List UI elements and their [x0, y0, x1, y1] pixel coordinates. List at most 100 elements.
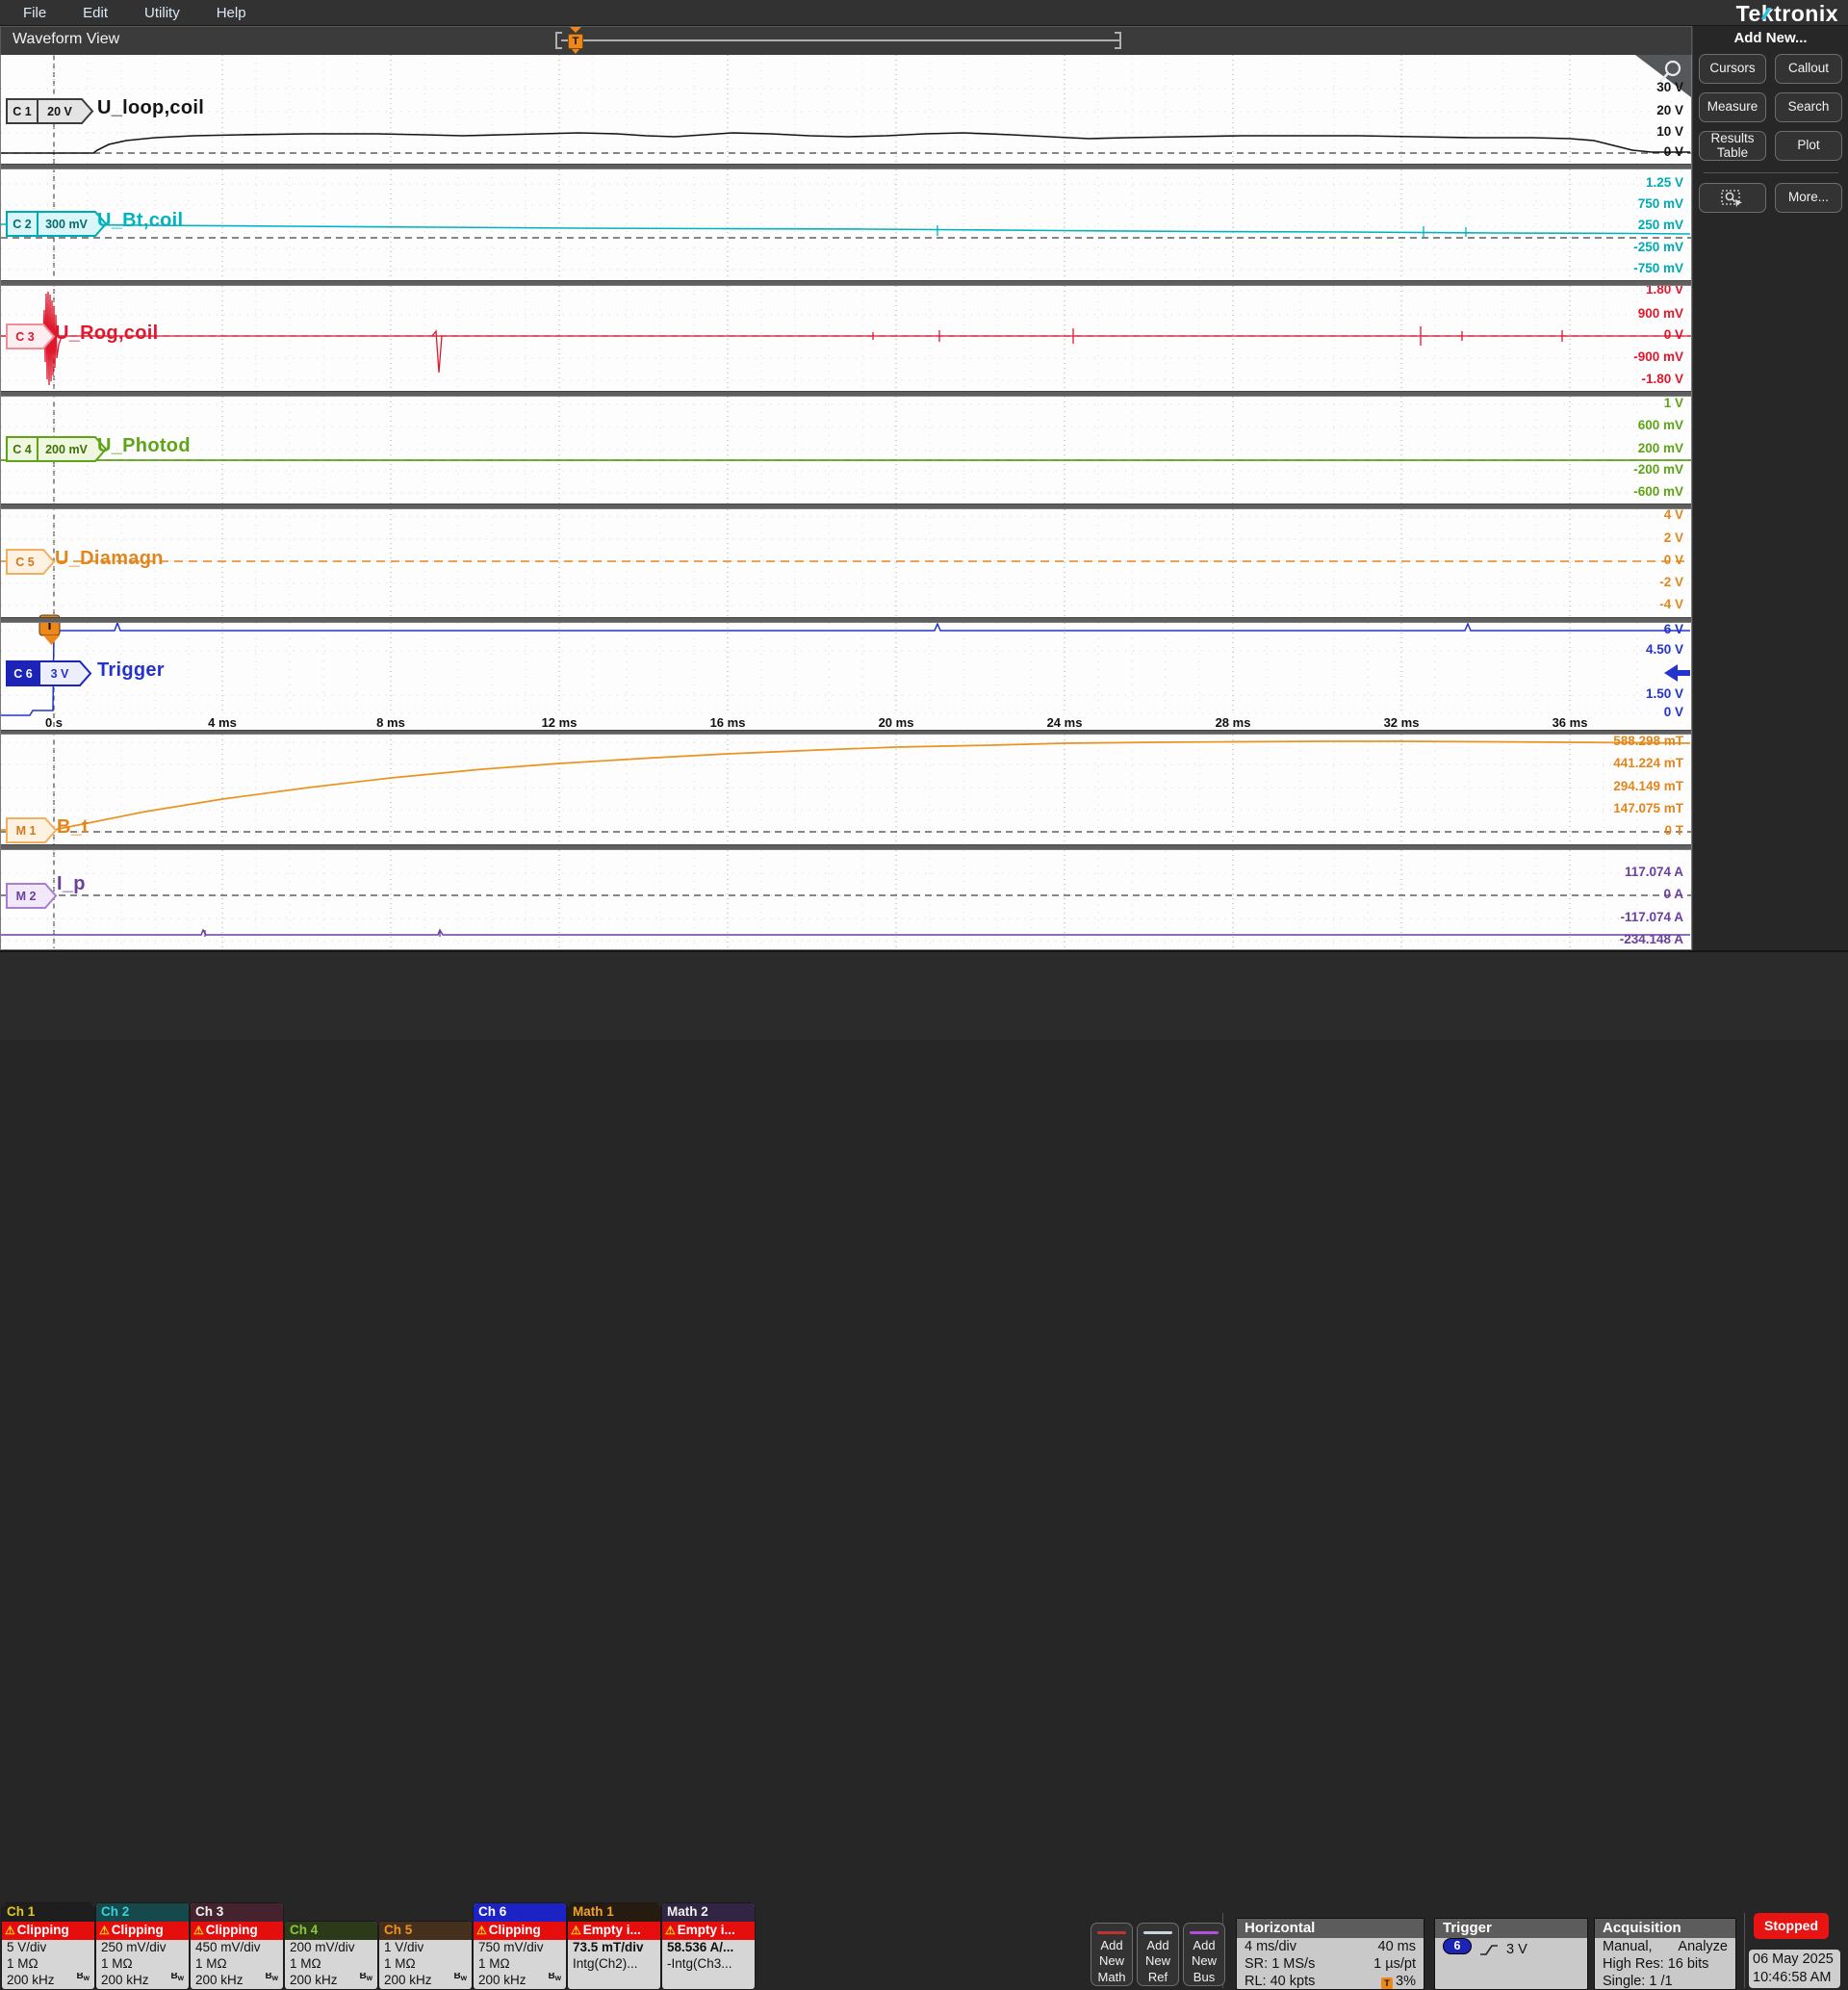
- channel-label-math2: I_p: [57, 873, 86, 895]
- menu-item-help[interactable]: Help: [203, 3, 260, 23]
- channel-badge-math1[interactable]: M 1: [7, 818, 56, 842]
- channel-badge-name: Ch 2: [96, 1903, 189, 1922]
- channel-badge-row: 1 MΩ: [474, 1956, 566, 1973]
- add-new-label: Add New...: [1693, 30, 1848, 46]
- channel-badge-ch3[interactable]: C 3: [7, 324, 54, 349]
- time-axis-label: 20 ms: [879, 715, 914, 730]
- record-trigger-marker[interactable]: T: [568, 34, 583, 49]
- time-value: 10:46:58 AM: [1753, 1969, 1836, 1987]
- trigger-panel[interactable]: Trigger 6 3 V: [1434, 1918, 1588, 1990]
- slice-separator: [1, 164, 1691, 169]
- channel-badge-ch2[interactable]: C 2 300 mV: [7, 212, 106, 236]
- channel-settings-badge-ch1[interactable]: Ch 1⚠Clipping5 V/div1 MΩ200 kHzBw: [2, 1903, 94, 1989]
- zoom-mode-button[interactable]: [1699, 183, 1766, 213]
- axis-tick-label: 0 V: [1664, 327, 1683, 342]
- channel-badge-row: 5 V/div: [2, 1940, 94, 1956]
- channel-label-ch6: Trigger: [97, 659, 165, 682]
- bandwidth-icon: Bw: [549, 1973, 561, 1981]
- bandwidth-icon: Bw: [454, 1973, 467, 1981]
- menu-bar: File Edit Utility Help: [0, 0, 1848, 26]
- svg-text:3 V: 3 V: [51, 667, 69, 681]
- svg-text:C 2: C 2: [13, 218, 32, 231]
- channel-settings-badge-ch5[interactable]: Ch 51 V/div1 MΩ200 kHzBw: [379, 1922, 472, 1989]
- channel-badge-row: 1 V/div: [379, 1940, 472, 1956]
- plot-button[interactable]: Plot: [1775, 131, 1842, 161]
- waveform-view-header: Waveform View T: [0, 26, 1692, 55]
- svg-text:200 mV: 200 mV: [45, 443, 88, 456]
- channel-badge-name: Ch 3: [191, 1903, 283, 1922]
- axis-tick-label: 0 V: [1664, 553, 1683, 567]
- axis-tick-label: 588.298 mT: [1613, 734, 1683, 748]
- axis-tick-label: 294.149 mT: [1613, 779, 1683, 793]
- channel-badge-ch4[interactable]: C 4200 mV: [7, 437, 106, 461]
- rising-edge-icon: [1479, 1943, 1499, 1958]
- slice-separator: [1, 617, 1691, 623]
- measure-button[interactable]: Measure: [1699, 92, 1766, 122]
- channel-label-ch1: U_loop,coil: [97, 97, 204, 119]
- add-new-ref-button[interactable]: Add New Ref: [1137, 1923, 1179, 1986]
- channel-settings-badge-ch4[interactable]: Ch 4200 mV/div1 MΩ200 kHzBw: [285, 1922, 377, 1989]
- channel-badge-ch1[interactable]: C 120 V: [7, 99, 92, 123]
- bottom-bar: Horizontal 4 ms/div40 msSR: 1 MS/s1 µs/p…: [0, 950, 1848, 1040]
- bandwidth-icon: Bw: [266, 1973, 278, 1981]
- axis-tick-label: -750 mV: [1633, 261, 1683, 275]
- channel-badge-row: 750 mV/div: [474, 1940, 566, 1956]
- cursors-button[interactable]: Cursors: [1699, 54, 1766, 84]
- acquisition-panel[interactable]: Acquisition Manual,Analyze High Res: 16 …: [1594, 1918, 1736, 1990]
- menu-item-utility[interactable]: Utility: [131, 3, 193, 23]
- menu-item-file[interactable]: File: [10, 3, 60, 23]
- axis-tick-label: 1 V: [1664, 396, 1683, 410]
- axis-tick-label: 600 mV: [1638, 418, 1683, 432]
- channel-settings-badge-math2[interactable]: Math 2⚠Empty i...58.536 A/...-Intg(Ch3..…: [662, 1903, 755, 1989]
- axis-tick-label: 750 mV: [1638, 196, 1683, 211]
- horizontal-cell: 1 µs/pt: [1373, 1955, 1416, 1973]
- results-table-button[interactable]: Results Table: [1699, 131, 1766, 161]
- channel-badge-row: 1 MΩ: [2, 1956, 94, 1973]
- channel-badge-row: 1 MΩ: [191, 1956, 283, 1973]
- horizontal-panel[interactable]: Horizontal 4 ms/div40 msSR: 1 MS/s1 µs/p…: [1236, 1918, 1424, 1990]
- channel-badge-ch6[interactable]: C 63 V: [7, 661, 90, 685]
- axis-tick-label: -600 mV: [1633, 484, 1683, 499]
- channel-badge-name: Ch 6: [474, 1903, 566, 1922]
- axis-tick-label: 4.50 V: [1646, 642, 1683, 657]
- svg-text:300 mV: 300 mV: [45, 218, 88, 231]
- channel-settings-badge-ch3[interactable]: Ch 3⚠Clipping450 mV/div1 MΩ200 kHzBw: [191, 1903, 283, 1989]
- channel-settings-badge-ch2[interactable]: Ch 2⚠Clipping250 mV/div1 MΩ200 kHzBw: [96, 1903, 189, 1989]
- search-button[interactable]: Search: [1775, 92, 1842, 122]
- channel-warning: ⚠Empty i...: [568, 1922, 660, 1940]
- stopped-indicator[interactable]: Stopped: [1754, 1913, 1829, 1939]
- channel-warning: ⚠Clipping: [191, 1922, 283, 1940]
- record-view-bar[interactable]: T: [555, 27, 1133, 56]
- axis-tick-label: 250 mV: [1638, 218, 1683, 232]
- axis-tick-label: 0 V: [1664, 144, 1683, 159]
- date-value: 06 May 2025: [1753, 1951, 1836, 1969]
- slice-separator: [1, 391, 1691, 397]
- axis-tick-label: 441.224 mT: [1613, 756, 1683, 770]
- axis-tick-label: 2 V: [1664, 530, 1683, 545]
- more-button[interactable]: More...: [1775, 183, 1842, 213]
- channel-settings-badge-ch6[interactable]: Ch 6⚠Clipping750 mV/div1 MΩ200 kHzBw: [474, 1903, 566, 1989]
- sidebar-buttons: Cursors Callout Measure Search Results Table…: [1693, 54, 1848, 161]
- channel-badge-math2[interactable]: M 2: [7, 884, 56, 908]
- axis-tick-label: -234.148 A: [1620, 932, 1683, 946]
- channel-badge-name: Math 2: [662, 1903, 755, 1922]
- time-axis-label: 16 ms: [710, 715, 746, 730]
- trigger-pos-icon: T: [1381, 1977, 1393, 1989]
- channel-badge-ch5[interactable]: C 5: [7, 550, 54, 574]
- trigger-level-value: 3 V: [1506, 1938, 1527, 1961]
- channel-settings-badge-math1[interactable]: Math 1⚠Empty i...73.5 mT/divIntg(Ch2)...: [568, 1903, 660, 1989]
- bandwidth-icon: Bw: [171, 1973, 184, 1981]
- warning-icon: ⚠: [193, 1924, 204, 1937]
- channel-badge-row: -Intg(Ch3...: [662, 1956, 755, 1973]
- bottom-divider-2: [1744, 1913, 1745, 1988]
- right-sidebar: Add New... Cursors Callout Measure Search Re…: [1692, 26, 1848, 950]
- callout-button[interactable]: Callout: [1775, 54, 1842, 84]
- waveform-plot-area[interactable]: C 120 V C 2 300 mV C 3 C 4200 mV C 5 C 63 V M 1…: [0, 55, 1692, 950]
- channel-badge-row: 200 kHzBw: [2, 1973, 94, 1989]
- axis-tick-label: 0 A: [1663, 887, 1683, 901]
- time-axis-label: 32 ms: [1384, 715, 1420, 730]
- add-new-bus-button[interactable]: Add New Bus: [1183, 1923, 1225, 1986]
- menu-item-edit[interactable]: Edit: [69, 3, 121, 23]
- trigger-level-arrow[interactable]: [1664, 664, 1690, 682]
- add-new-math-button[interactable]: Add New Math: [1091, 1923, 1133, 1986]
